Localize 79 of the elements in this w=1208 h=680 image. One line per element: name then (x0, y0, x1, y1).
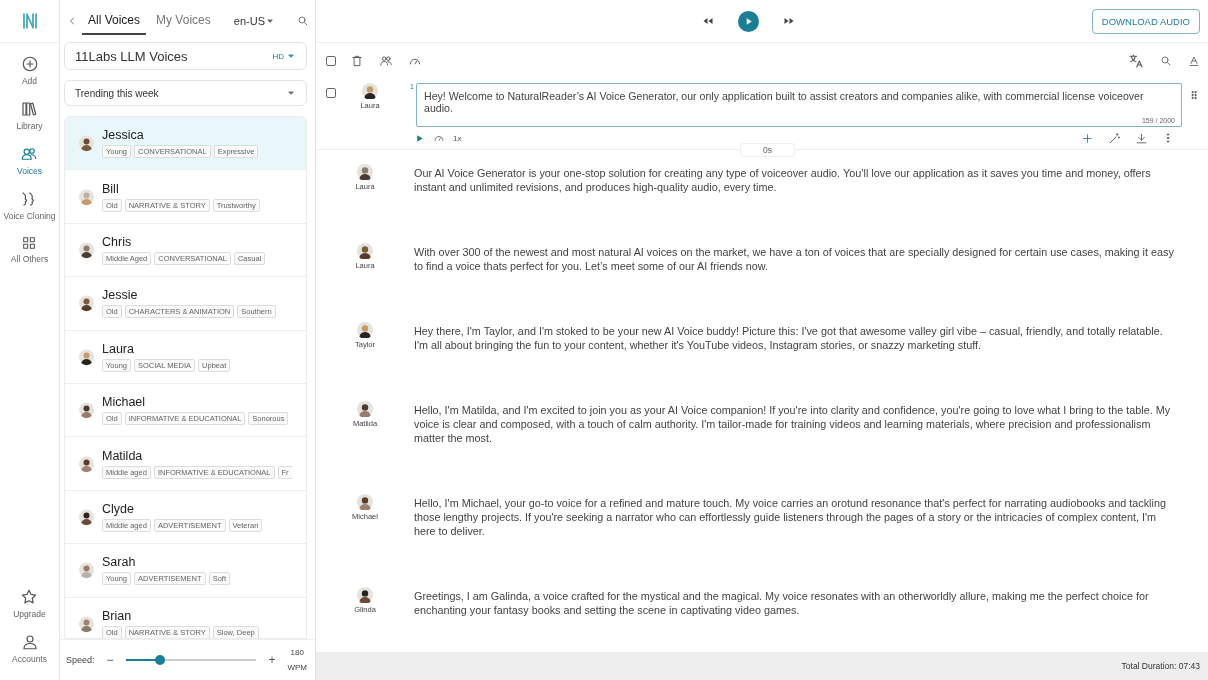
block-text: Hello, I'm Matilda, and I'm excited to join you as your AI Voice companion! If you're into clarity and confidence, you're going to love what I bring to the table. My voice is clear and composed, with a touch of calm authority. I'm tailor-made for training videos and learning materials, where precision and professionalism matter the most. (414, 403, 1172, 445)
avatar (357, 401, 373, 417)
avatar (357, 243, 373, 259)
avatar (357, 587, 373, 603)
add-button[interactable] (1081, 131, 1094, 145)
increase-button[interactable]: + (264, 653, 280, 667)
block-checkbox[interactable] (326, 88, 336, 98)
rail-item[interactable]: Add (20, 53, 39, 88)
search-button[interactable] (297, 15, 309, 27)
translate-button[interactable] (1128, 53, 1144, 69)
voice-name: Michael (102, 395, 147, 410)
avatar (362, 83, 378, 99)
decrease-button[interactable]: − (102, 653, 118, 667)
avatar (357, 164, 373, 180)
rail-item[interactable]: Accounts (12, 631, 47, 666)
search-button[interactable] (1160, 55, 1172, 67)
speed-label: Speed: (66, 655, 95, 665)
provider-dropdown[interactable]: 11Labs LLM Voices HD (64, 42, 307, 70)
filter-dropdown[interactable]: Trending this week (64, 80, 307, 106)
trash-icon (350, 54, 364, 68)
magic-wand-icon (1108, 131, 1121, 145)
block-text: Hello, I'm Michael, your go-to voice for a refined and mature touch. My voice carries an orotund resonance that's perfect for narrating audiobooks and tackling those lengthy projects. If you're seeking a narrator who can effortlessly guide listeners through the pages of a story or the intricacies of complex content, I'm here to deliver. (414, 496, 1167, 538)
plus-icon (1081, 131, 1094, 145)
voice-name: Chris (102, 234, 133, 249)
people-icon (378, 54, 394, 68)
search-icon (1160, 55, 1172, 67)
voice-name: Sarah (102, 555, 137, 570)
total-duration: Total Duration: 07:43 (1121, 661, 1200, 671)
magic-button[interactable] (1108, 131, 1121, 145)
block-speed: 1x (453, 133, 462, 143)
download-block-button[interactable] (1135, 131, 1148, 145)
rail-item[interactable]: Voice Cloning (3, 188, 56, 223)
voices-button[interactable] (378, 54, 394, 68)
search-icon (297, 15, 309, 27)
download-button[interactable]: DOWNLOAD AUDIO (1091, 8, 1200, 34)
block-text: Hey! Welcome to NaturalReader’s AI Voice Generator, our only application built to assist creators and companies alike, with commercial license voiceover audio. (424, 90, 1145, 114)
play-icon (414, 132, 425, 144)
voices-tab[interactable]: All Voices (82, 7, 147, 35)
rail-item[interactable]: All Others (10, 233, 49, 266)
rewind-icon (702, 15, 715, 27)
rail-item[interactable]: Library (16, 98, 43, 133)
play-button[interactable] (738, 10, 760, 32)
speed-value: 180 (290, 648, 304, 657)
block-text: Greetings, I am Galinda, a voice crafted for the mystical and the magical. My voice resonates with an otherworldly allure, making me the perfect choice for enchanting your fantasy books and setting the scene in captivating video games. (414, 589, 1150, 617)
rail-item[interactable]: Upgrade (13, 586, 46, 621)
block-duration: 0s (740, 143, 795, 157)
voices-tab[interactable]: My Voices (150, 7, 217, 35)
person-icon (20, 633, 39, 651)
logo-icon (20, 11, 39, 31)
drag-handle[interactable] (1188, 89, 1200, 101)
text-style-button[interactable] (1188, 55, 1200, 67)
voice-name: Jessica (102, 128, 145, 143)
voice-name: Jessie (102, 288, 139, 303)
voice-name: Clyde (102, 501, 135, 516)
star-icon (20, 588, 39, 606)
delete-button[interactable] (350, 54, 364, 68)
speed-unit: WPM (287, 663, 307, 672)
avatar (357, 494, 373, 510)
voice-name: Brian (102, 608, 133, 623)
voice-name: Laura (102, 341, 135, 356)
quality-label: HD (272, 51, 284, 61)
drag-icon (1188, 89, 1200, 101)
play-block-button[interactable] (414, 132, 425, 144)
rail-item[interactable]: Voices (16, 143, 42, 178)
books-icon (20, 100, 39, 118)
voice-name: Bill (102, 181, 120, 196)
voice-name: Matilda (102, 448, 144, 463)
grid-icon (21, 235, 38, 251)
add-icon (20, 55, 39, 73)
avatar (357, 322, 373, 338)
language-dropdown[interactable]: en-US (227, 14, 281, 28)
block-text: With over 300 of the newest and most natural AI voices on the market, we have a ton of voices that are specially designed for certain use cases, making it easy to find a voice thats perfect for you. Let’s meet some of our AI friends now. (414, 245, 1175, 273)
select-all-checkbox[interactable] (326, 56, 336, 66)
rewind-button[interactable] (702, 15, 715, 27)
block-text: Hey there, I'm Taylor, and I'm stoked to be your new AI Voice buddy! Picture this: I've got that awesome valley girl vibe – casual, friendly, and totally relatable. I'm all about bringing the fun to your content, whether it's YouTube videos, Instagram stories, or snazzy marketing stuff. (414, 324, 1164, 352)
block-text: Our AI Voice Generator is your one-stop solution for creating any type of voiceover audio. You’ll love our application as it saves you time and money, offers instant and unlimited revisions, and produces high-quality audio, every time. (414, 166, 1152, 194)
translate-icon (1128, 53, 1144, 69)
font-icon (1188, 55, 1200, 67)
download-icon (1135, 131, 1148, 145)
